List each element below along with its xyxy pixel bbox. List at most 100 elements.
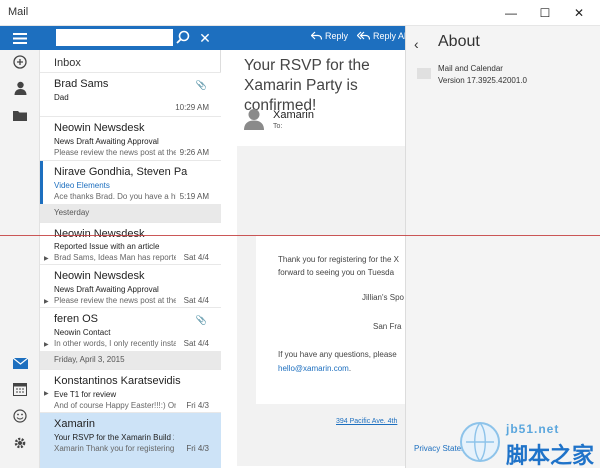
- list-item[interactable]: Brad Sams Dad 📎 10:29 AM: [40, 72, 221, 116]
- settings-button[interactable]: [10, 433, 30, 453]
- email-link-line: hello@xamarin.com.: [278, 364, 352, 373]
- list-item[interactable]: ▶ Konstantinos Karatsevidis Eve T1 for r…: [40, 369, 221, 412]
- search-bar: ✕: [40, 26, 221, 50]
- message-from: Brad Sams: [54, 78, 109, 90]
- envelope-icon: [12, 357, 28, 369]
- message-preview: Brad Sams, Ideas Man has reported: [54, 253, 176, 262]
- list-item[interactable]: ▶ Neowin Newsdesk News Draft Awaiting Ap…: [40, 264, 221, 307]
- expand-caret-icon[interactable]: ▶: [44, 255, 49, 262]
- message-preview: Xamarin Thank you for registering fo: [54, 444, 176, 453]
- message-subject: Your RSVP for the Xamarin Build 201: [54, 433, 174, 442]
- message-date: Sat 4/4: [183, 339, 209, 348]
- message-date: Fri 4/3: [186, 444, 209, 453]
- search-input[interactable]: [56, 29, 173, 46]
- watermark-text: jb51.net: [506, 422, 560, 436]
- mail-window: Mail — ☐ ✕ ✕ Inbox Brad Sams Dad 📎 10:29…: [0, 0, 600, 468]
- list-item[interactable]: Neowin Newsdesk News Draft Awaiting Appr…: [40, 116, 221, 160]
- watermark-globe-icon: [460, 422, 500, 462]
- message-date: 5:19 AM: [179, 192, 209, 201]
- folder-icon: [13, 110, 27, 121]
- close-search-icon[interactable]: ✕: [196, 29, 214, 47]
- reply-all-button[interactable]: Reply All: [357, 31, 407, 41]
- attachment-icon: 📎: [195, 80, 207, 90]
- message-date: 10:29 AM: [175, 103, 209, 112]
- app-name: Mail and Calendar: [438, 64, 503, 73]
- message-from: Nirave Gondhia, Steven Pa: [54, 166, 188, 178]
- message-preview: Please review the news post at the t: [54, 296, 176, 305]
- hamburger-icon: [13, 32, 27, 44]
- app-version: Version 17.3925.42001.0: [438, 76, 527, 85]
- attachment-icon: 📎: [195, 315, 207, 325]
- window-title: Mail: [8, 6, 29, 18]
- flyout-title: About: [438, 33, 480, 50]
- message-subject: Dad: [54, 93, 69, 102]
- reply-button[interactable]: Reply: [311, 31, 348, 41]
- smiley-icon: [13, 409, 27, 423]
- to-label: To:: [273, 123, 283, 130]
- search-button[interactable]: [174, 29, 192, 47]
- message-subject: Neowin Contact: [54, 328, 111, 337]
- message-from: Neowin Newsdesk: [54, 122, 145, 134]
- person-icon: [14, 81, 26, 95]
- message-date: Sat 4/4: [183, 296, 209, 305]
- email-link[interactable]: hello@xamarin.com: [278, 364, 349, 373]
- date-separator: Yesterday: [40, 204, 221, 222]
- avatar: [244, 109, 264, 130]
- watermark-logo: jb51.net 脚本之家: [456, 416, 600, 468]
- body-text: Thank you for registering for the X: [278, 255, 399, 264]
- message-from: Neowin Newsdesk: [54, 228, 145, 240]
- message-subject: Eve T1 for review: [54, 390, 117, 399]
- expand-caret-icon[interactable]: ▶: [44, 390, 49, 397]
- expand-caret-icon[interactable]: ▶: [44, 341, 49, 348]
- reading-pane: Reply Reply All Your RSVP for the Xamari…: [221, 26, 407, 468]
- plus-circle-icon: [13, 55, 27, 69]
- about-flyout: ‹ About Mail and Calendar Version 17.392…: [405, 26, 600, 468]
- message-preview: Please review the news post at the: [54, 148, 176, 157]
- sender-name: Xamarin: [273, 109, 314, 121]
- minimize-button[interactable]: —: [494, 0, 528, 26]
- body-text: San Fra: [373, 322, 402, 331]
- back-arrow-icon[interactable]: ‹: [414, 36, 419, 52]
- expand-caret-icon[interactable]: ▶: [44, 298, 49, 305]
- address-link[interactable]: 394 Pacific Ave. 4th: [336, 418, 397, 425]
- accounts-button[interactable]: [10, 78, 30, 98]
- list-item[interactable]: ▶ feren OS 📎 Neowin Contact In other wor…: [40, 307, 221, 351]
- message-subject: News Draft Awaiting Approval: [54, 137, 159, 146]
- message-from: feren OS: [54, 313, 99, 325]
- list-item[interactable]: Xamarin Your RSVP for the Xamarin Build …: [40, 412, 221, 468]
- maximize-button[interactable]: ☐: [528, 0, 562, 26]
- mail-button[interactable]: [10, 353, 30, 373]
- close-button[interactable]: ✕: [562, 0, 596, 26]
- nav-rail: [0, 26, 40, 468]
- reply-icon: [311, 31, 322, 40]
- body-text: If you have any questions, please: [278, 350, 397, 359]
- folder-title: Inbox: [54, 57, 81, 69]
- feedback-button[interactable]: [10, 406, 30, 426]
- search-icon: [176, 30, 190, 44]
- reply-all-icon: [357, 31, 370, 40]
- message-subject: News Draft Awaiting Approval: [54, 285, 159, 294]
- message-preview: Ace thanks Brad. Do you have a hig: [54, 192, 176, 201]
- list-item[interactable]: ▶ Neowin Newsdesk Reported Issue with an…: [40, 222, 221, 264]
- body-text: Jillian's Spo: [362, 293, 404, 302]
- message-subject: Video Elements: [54, 181, 110, 190]
- message-subject: Reported Issue with an article: [54, 242, 160, 251]
- title-bar: Mail — ☐ ✕: [0, 0, 600, 26]
- message-preview: And of course Happy Easter!!!:) On 4: [54, 401, 176, 410]
- date-separator: Friday, April 3, 2015: [40, 351, 221, 369]
- new-mail-button[interactable]: [10, 52, 30, 72]
- message-preview: In other words, I only recently instal: [54, 339, 176, 348]
- mail-app-icon: [417, 68, 431, 79]
- message-date: Fri 4/3: [186, 401, 209, 410]
- message-from: Konstantinos Karatsevidis: [54, 375, 181, 387]
- hamburger-menu-button[interactable]: [0, 26, 40, 50]
- folders-button[interactable]: [10, 105, 30, 125]
- list-item[interactable]: Nirave Gondhia, Steven Pa Video Elements…: [40, 160, 221, 204]
- gear-icon: [14, 437, 26, 449]
- message-date: Sat 4/4: [183, 253, 209, 262]
- calendar-button[interactable]: [10, 379, 30, 399]
- body-text: forward to seeing you on Tuesda: [278, 268, 395, 277]
- divider-line: [0, 235, 600, 236]
- reading-toolbar: Reply Reply All: [221, 26, 407, 50]
- message-list-pane: ✕ Inbox Brad Sams Dad 📎 10:29 AM Neowin …: [40, 26, 221, 468]
